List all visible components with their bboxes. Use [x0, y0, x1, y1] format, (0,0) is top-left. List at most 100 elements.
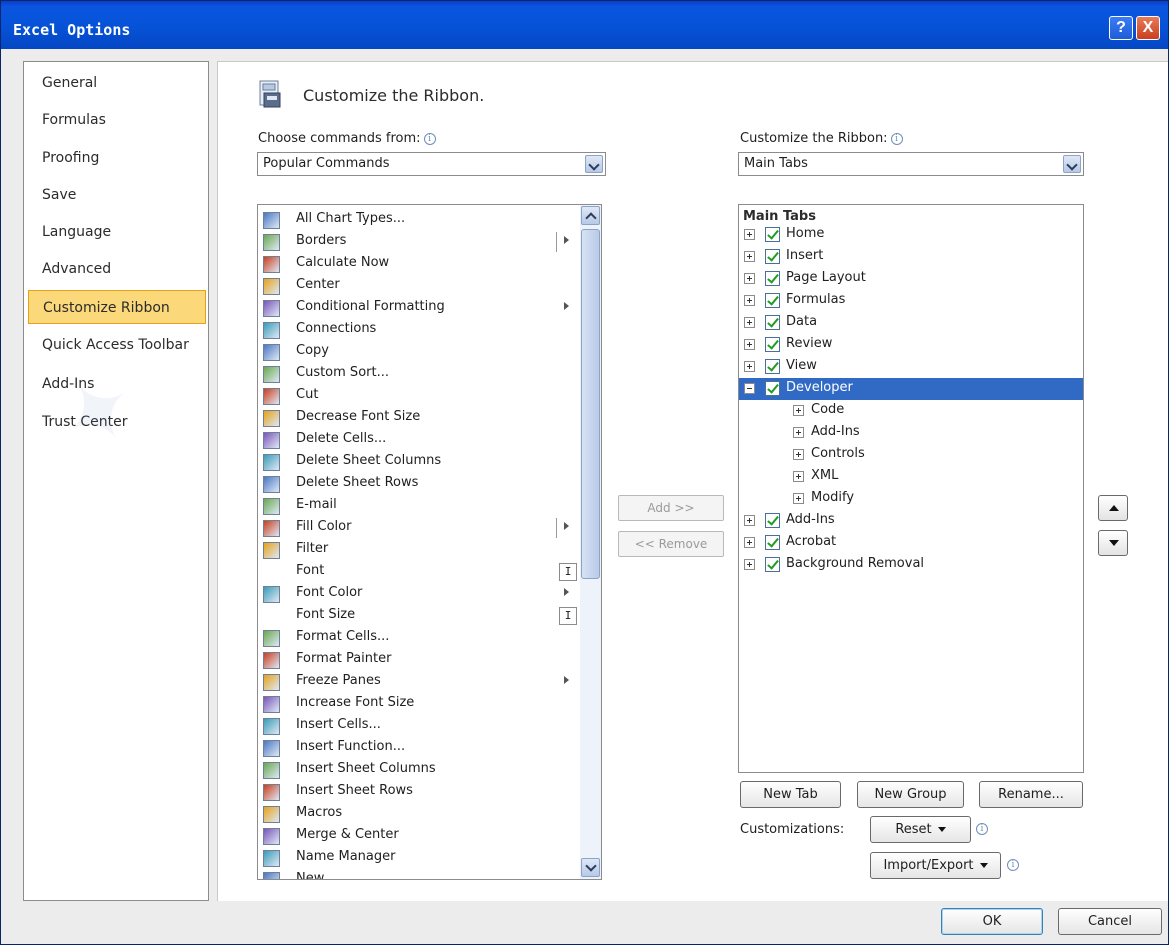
cancel-button[interactable]: Cancel — [1058, 908, 1162, 935]
command-item[interactable]: Connections — [258, 319, 578, 341]
expand-icon[interactable] — [744, 515, 755, 526]
checkbox-checked[interactable] — [765, 271, 780, 286]
add-button[interactable]: Add >> — [618, 495, 724, 521]
expand-icon[interactable] — [744, 537, 755, 548]
expand-icon[interactable] — [744, 295, 755, 306]
reset-button[interactable]: Reset — [870, 816, 971, 843]
checkbox-checked[interactable] — [765, 337, 780, 352]
checkbox-checked[interactable] — [765, 535, 780, 550]
checkbox-checked[interactable] — [765, 513, 780, 528]
commands-list[interactable]: All Chart Types... Borders Calculate Now Ce… — [257, 204, 602, 880]
move-up-button[interactable] — [1098, 495, 1128, 521]
expand-icon[interactable] — [744, 229, 755, 240]
checkbox-checked[interactable] — [765, 249, 780, 264]
sidebar-item-formulas[interactable]: Formulas — [24, 103, 208, 137]
rename-button[interactable]: Rename... — [979, 781, 1083, 808]
command-item[interactable]: Filter — [258, 539, 578, 561]
command-item[interactable]: Copy — [258, 341, 578, 363]
help-button[interactable]: ? — [1109, 16, 1133, 40]
sidebar-item-general[interactable]: General — [24, 66, 208, 100]
scroll-thumb[interactable] — [581, 229, 600, 579]
move-down-button[interactable] — [1098, 530, 1128, 556]
tree-tab-item[interactable]: Formulas — [739, 290, 1083, 312]
commands-scrollbar[interactable] — [580, 205, 601, 879]
checkbox-checked[interactable] — [765, 227, 780, 242]
command-item[interactable]: Center — [258, 275, 578, 297]
sidebar-item-quick-access-toolbar[interactable]: Quick Access Toolbar — [24, 328, 208, 362]
expand-icon[interactable] — [793, 405, 804, 416]
checkbox-checked[interactable] — [765, 315, 780, 330]
ok-button[interactable]: OK — [941, 908, 1043, 935]
tree-group-item[interactable]: XML — [739, 466, 1083, 488]
command-item[interactable]: Font Color — [258, 583, 578, 605]
command-item[interactable]: Insert Function... — [258, 737, 578, 759]
choose-commands-dropdown[interactable]: Popular Commands — [257, 152, 606, 176]
tree-group-item[interactable]: Modify — [739, 488, 1083, 510]
command-item[interactable]: Format Cells... — [258, 627, 578, 649]
remove-button[interactable]: << Remove — [618, 531, 724, 557]
command-item[interactable]: New — [258, 869, 578, 879]
command-item[interactable]: All Chart Types... — [258, 209, 578, 231]
sidebar-item-advanced[interactable]: Advanced — [24, 252, 208, 286]
command-item[interactable]: Name Manager — [258, 847, 578, 869]
sidebar-item-add-ins[interactable]: Add-Ins — [24, 367, 208, 401]
command-item[interactable]: Conditional Formatting — [258, 297, 578, 319]
tree-tab-item[interactable]: Add-Ins — [739, 510, 1083, 532]
customize-ribbon-dropdown[interactable]: Main Tabs — [738, 152, 1084, 176]
command-item[interactable]: Insert Sheet Rows — [258, 781, 578, 803]
command-item[interactable]: Custom Sort... — [258, 363, 578, 385]
expand-icon[interactable] — [744, 317, 755, 328]
import-export-button[interactable]: Import/Export — [870, 852, 1001, 879]
ribbon-tabs-tree[interactable]: Main Tabs Home Insert Page Layout Formulas D… — [738, 204, 1084, 773]
command-item[interactable]: Insert Cells... — [258, 715, 578, 737]
expand-icon[interactable] — [793, 449, 804, 460]
command-item[interactable]: Freeze Panes — [258, 671, 578, 693]
chevron-down-icon[interactable] — [585, 155, 603, 173]
command-item[interactable]: Delete Sheet Columns — [258, 451, 578, 473]
expand-icon[interactable] — [793, 471, 804, 482]
command-item[interactable]: Fill Color — [258, 517, 578, 539]
command-item[interactable]: Font I — [258, 561, 578, 583]
sidebar-item-language[interactable]: Language — [24, 215, 208, 249]
checkbox-checked[interactable] — [765, 557, 780, 572]
command-item[interactable]: E-mail — [258, 495, 578, 517]
expand-icon[interactable] — [744, 273, 755, 284]
tree-tab-item[interactable]: View — [739, 356, 1083, 378]
expand-icon[interactable] — [744, 361, 755, 372]
tree-tab-item[interactable]: Background Removal — [739, 554, 1083, 576]
title-bar[interactable]: Excel Options ? X — [1, 1, 1168, 49]
tree-tab-item[interactable]: Home — [739, 224, 1083, 246]
expand-icon[interactable] — [793, 493, 804, 504]
sidebar-item-customize-ribbon[interactable]: Customize Ribbon — [28, 290, 206, 324]
checkbox-checked[interactable] — [765, 293, 780, 308]
tree-group-item[interactable]: Code — [739, 400, 1083, 422]
command-item[interactable]: Increase Font Size — [258, 693, 578, 715]
sidebar-item-trust-center[interactable]: Trust Center — [24, 405, 208, 439]
command-item[interactable]: Font Size I — [258, 605, 578, 627]
sidebar-item-proofing[interactable]: Proofing — [24, 141, 208, 175]
command-item[interactable]: Borders — [258, 231, 578, 253]
command-item[interactable]: Delete Cells... — [258, 429, 578, 451]
command-item[interactable]: Merge & Center — [258, 825, 578, 847]
command-item[interactable]: Delete Sheet Rows — [258, 473, 578, 495]
tree-tab-item[interactable]: Page Layout — [739, 268, 1083, 290]
command-item[interactable]: Decrease Font Size — [258, 407, 578, 429]
command-item[interactable]: Insert Sheet Columns — [258, 759, 578, 781]
checkbox-checked[interactable] — [765, 359, 780, 374]
tree-tab-item[interactable]: Data — [739, 312, 1083, 334]
command-item[interactable]: Calculate Now — [258, 253, 578, 275]
scroll-up-button[interactable] — [581, 206, 600, 225]
command-item[interactable]: Macros — [258, 803, 578, 825]
tree-tab-item[interactable]: Developer — [739, 378, 1083, 400]
collapse-icon[interactable] — [744, 383, 755, 394]
scroll-down-button[interactable] — [581, 858, 600, 877]
expand-icon[interactable] — [744, 559, 755, 570]
command-item[interactable]: Format Painter — [258, 649, 578, 671]
checkbox-checked[interactable] — [765, 381, 780, 396]
new-tab-button[interactable]: New Tab — [740, 781, 841, 808]
sidebar-item-save[interactable]: Save — [24, 178, 208, 212]
chevron-down-icon[interactable] — [1063, 155, 1081, 173]
new-group-button[interactable]: New Group — [857, 781, 964, 808]
tree-group-item[interactable]: Add-Ins — [739, 422, 1083, 444]
tree-tab-item[interactable]: Acrobat — [739, 532, 1083, 554]
